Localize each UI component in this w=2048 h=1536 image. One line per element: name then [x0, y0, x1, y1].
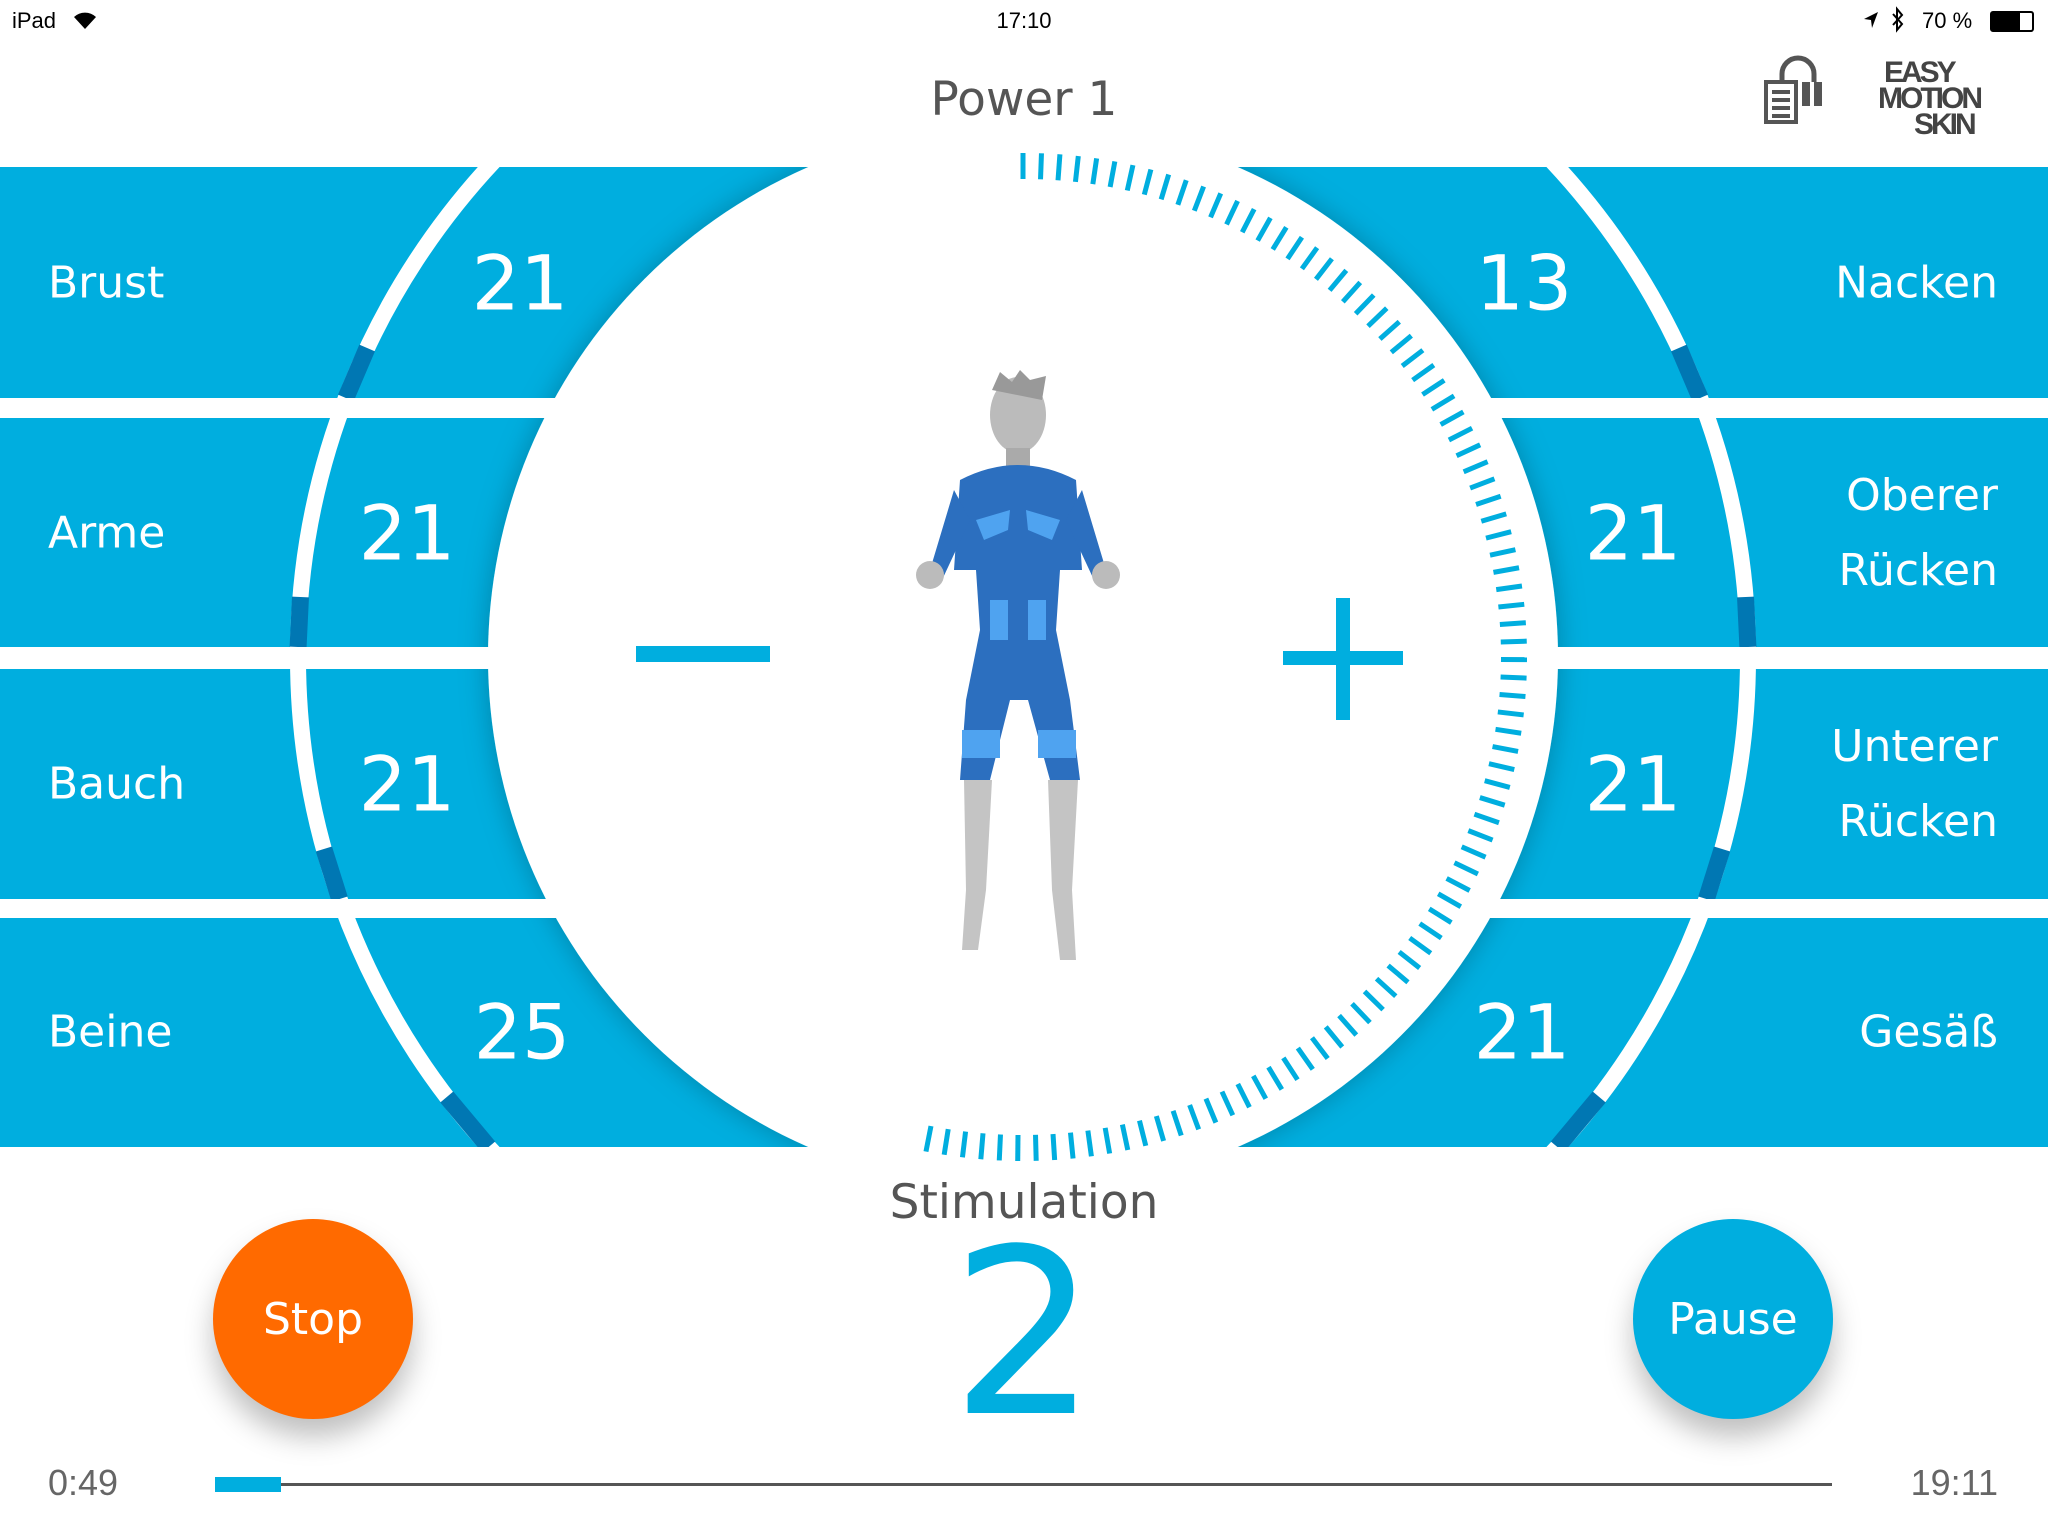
intensity-tick	[959, 1131, 969, 1158]
zone-label-bauch[interactable]: Bauch	[48, 747, 185, 822]
zone-label-unterer-ruecken[interactable]: Unterer Rücken	[1798, 709, 1998, 859]
zone-label-gesaess[interactable]: Gesäß	[1859, 995, 1998, 1070]
intensity-tick	[1050, 1133, 1058, 1161]
zone-value-gesaess[interactable]: 21	[1474, 988, 1571, 1077]
intensity-tick	[1067, 1132, 1076, 1159]
intensity-tick	[1085, 1130, 1094, 1157]
zone-value-bauch[interactable]: 21	[359, 740, 456, 829]
pause-button[interactable]: Pause	[1633, 1219, 1833, 1419]
intensity-tick	[1498, 601, 1525, 610]
zone-label-nacken[interactable]: Nacken	[1835, 246, 1998, 321]
zone-value-beine[interactable]: 25	[474, 988, 571, 1077]
intensity-tick	[1499, 692, 1526, 700]
remaining-time: 19:11	[1910, 1462, 1998, 1503]
zone-label-brust[interactable]: Brust	[48, 246, 164, 321]
elapsed-time: 0:49	[48, 1462, 119, 1503]
intensity-tick	[1072, 155, 1081, 183]
zone-value-nacken[interactable]: 13	[1476, 239, 1573, 328]
zone-label-arme[interactable]: Arme	[48, 496, 165, 571]
intensity-tick	[1038, 153, 1044, 180]
stop-button[interactable]: Stop	[213, 1219, 413, 1419]
zone-value-brust[interactable]: 21	[472, 239, 569, 328]
intensity-tick	[1497, 709, 1524, 718]
intensity-tick	[1500, 674, 1527, 681]
intensity-tick	[1055, 154, 1063, 181]
zone-level-marker	[289, 596, 309, 648]
zone-value-oberer-ruecken[interactable]: 21	[1585, 489, 1682, 578]
plus-icon[interactable]	[1336, 598, 1350, 720]
minus-button[interactable]	[636, 646, 770, 662]
zone-label-oberer-ruecken[interactable]: Oberer Rücken	[1798, 458, 1998, 608]
intensity-tick	[1033, 1134, 1039, 1161]
intensity-tick	[1499, 620, 1527, 627]
body-figure	[916, 370, 1120, 960]
progress-fill	[215, 1477, 282, 1492]
zone-level-marker	[1737, 596, 1757, 648]
zone-value-unterer-ruecken[interactable]: 21	[1585, 740, 1682, 829]
zone-label-beine[interactable]: Beine	[48, 995, 172, 1070]
intensity-tick	[978, 1133, 986, 1160]
intensity-tick	[996, 1134, 1003, 1161]
progress-track[interactable]	[215, 1483, 1832, 1486]
zone-value-arme[interactable]: 21	[359, 489, 456, 578]
intensity-tick	[1500, 638, 1527, 645]
